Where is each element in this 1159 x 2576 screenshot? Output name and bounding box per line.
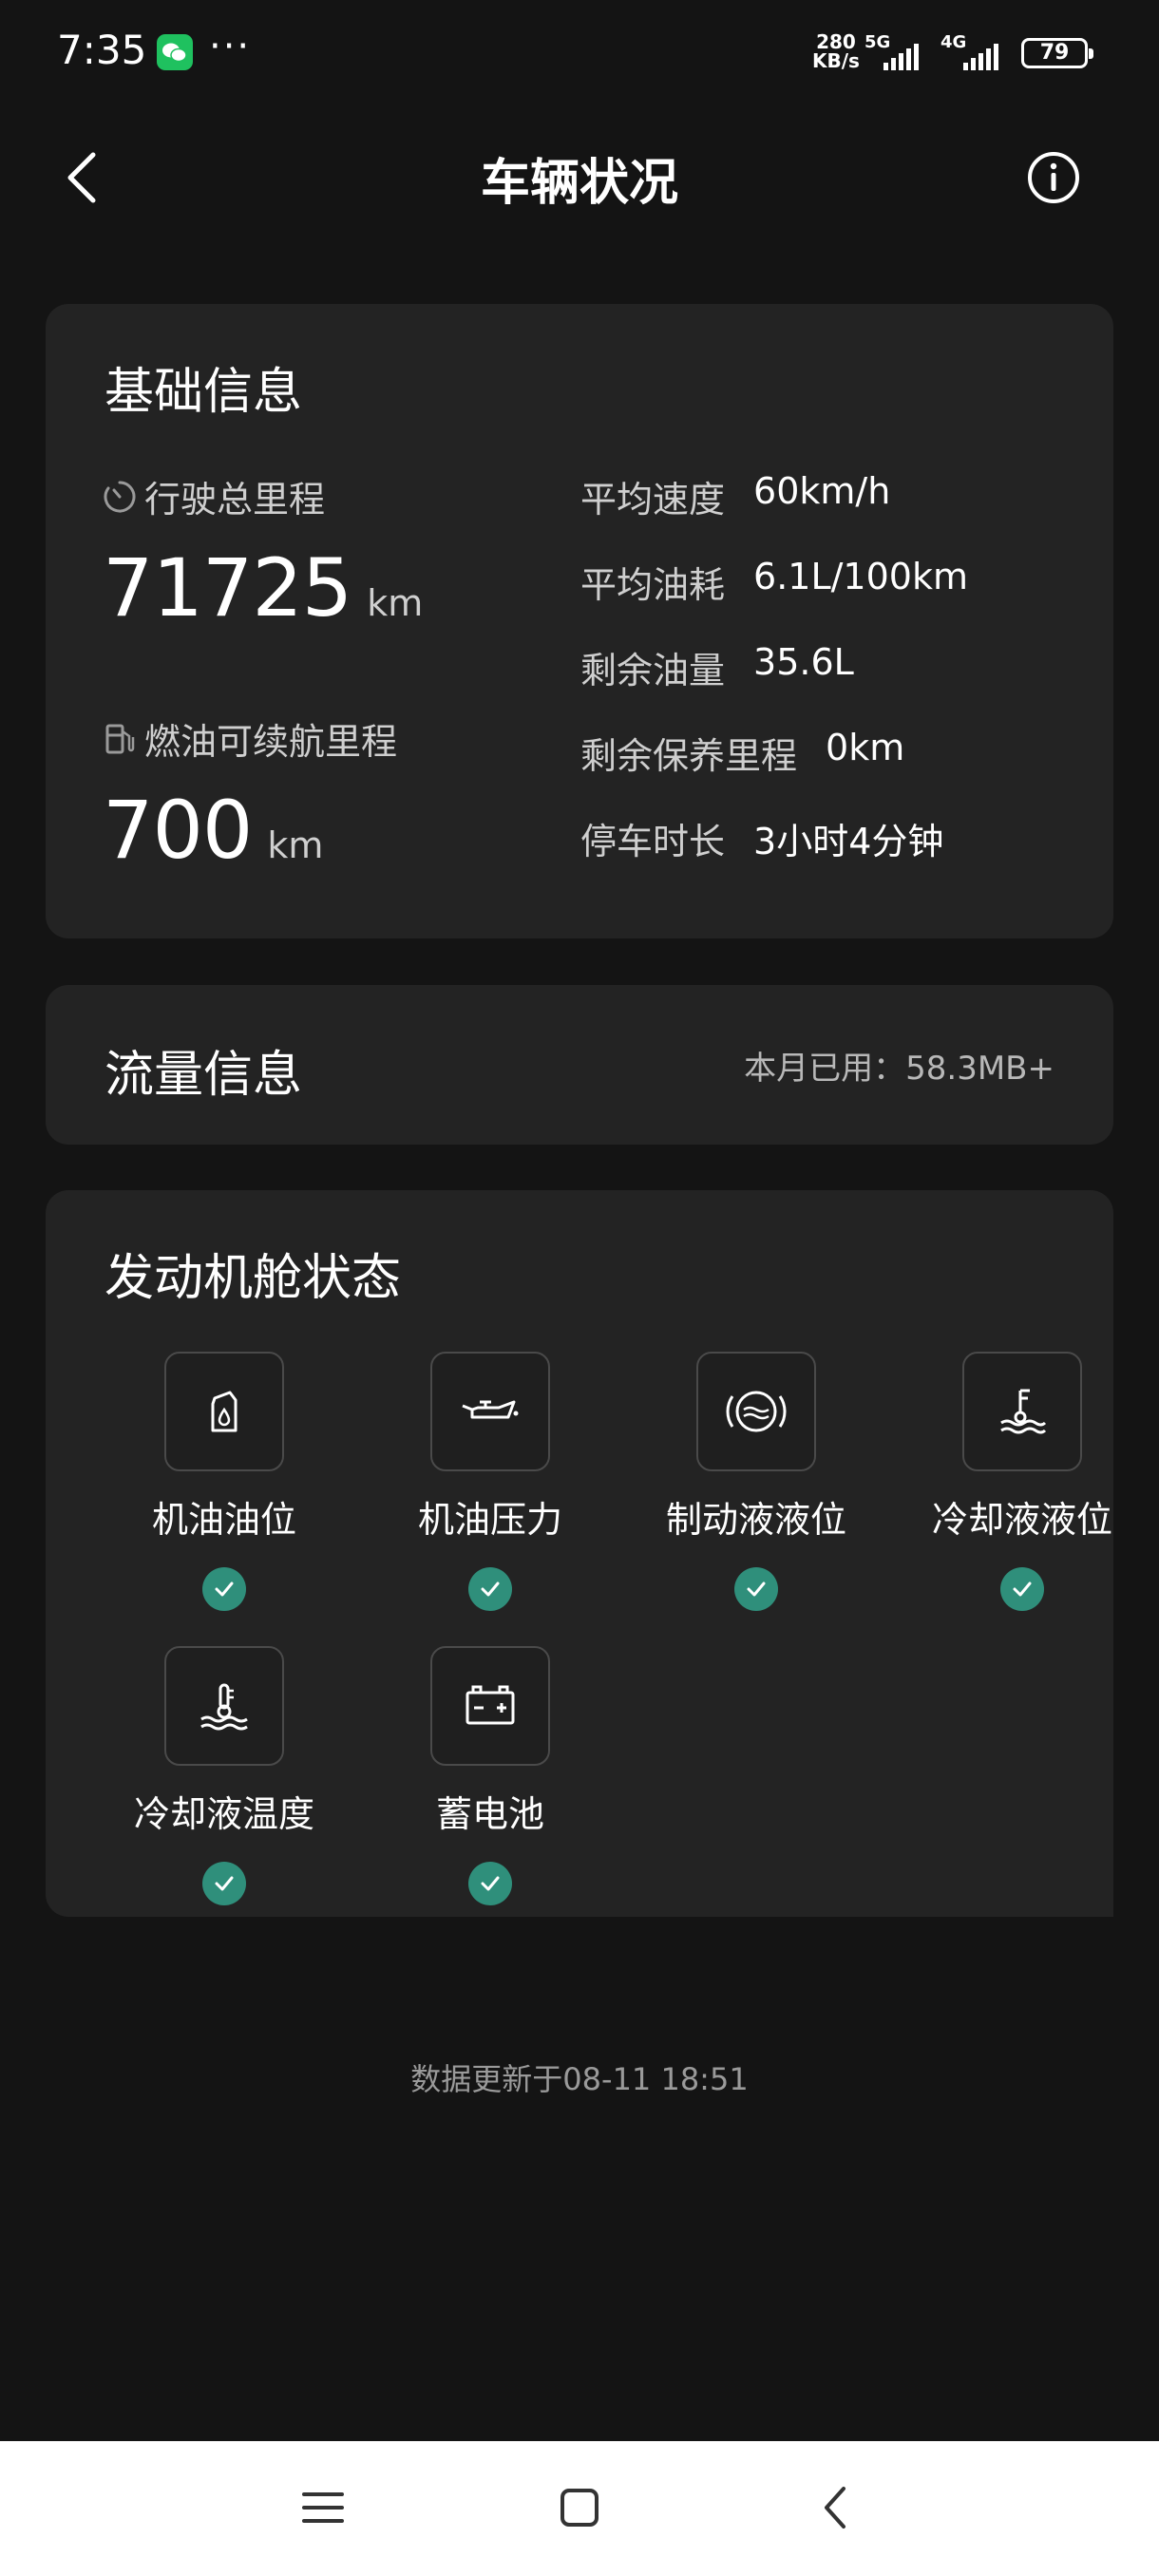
back-arrow-icon (825, 2487, 846, 2529)
engine-item-label: 冷却液温度 (133, 1793, 314, 1835)
detail-row: 剩余油量 35.6L (580, 641, 854, 693)
signal-icon-2: 4G (940, 32, 1009, 72)
engine-item-label: 蓄电池 (435, 1793, 544, 1835)
oil-level-icon (211, 1391, 238, 1432)
detail-value: 6.1L/100km (753, 556, 968, 597)
detail-key: 剩余油量 (580, 650, 726, 691)
detail-value: 60km/h (753, 470, 891, 512)
basic-info-title: 基础信息 (104, 364, 303, 421)
engine-bay-card: 发动机舱状态 机油油位 机油压力 制动液液位 冷却液液位 冷却液温度 蓄电池 (46, 1190, 1113, 1917)
status-bar: 7:35 ··· 280 KB/s 5G 4G 79 (0, 0, 1159, 104)
engine-item-battery[interactable]: 蓄电池 (357, 1646, 623, 1905)
data-updated-time: 数据更新于08-11 18:51 (410, 2061, 749, 2097)
engine-item-brake-fluid[interactable]: 制动液液位 (623, 1352, 889, 1611)
info-icon (1028, 152, 1079, 203)
detail-key: 平均速度 (580, 479, 726, 521)
signal-icon: 5G (864, 32, 923, 72)
basic-info-card: 基础信息 行驶总里程 71725 km 燃油可续航里程 700 km 平均速度 60… (46, 304, 1113, 938)
engine-item-label: 冷却液液位 (931, 1499, 1112, 1541)
network-speed-value: 280 (816, 30, 856, 53)
detail-key: 剩余保养里程 (580, 735, 798, 777)
detail-key: 停车时长 (580, 821, 726, 862)
info-button[interactable] (1026, 150, 1081, 205)
mileage-value-row: 71725 km (103, 541, 423, 635)
detail-row: 平均速度 60km/h (580, 470, 890, 522)
check-icon (202, 1862, 246, 1905)
traffic-info-card[interactable]: 流量信息 本月已用：58.3MB+ (46, 985, 1113, 1145)
system-navigation-bar (0, 2441, 1159, 2576)
check-icon (468, 1567, 512, 1611)
engine-item-oil-pressure[interactable]: 机油压力 (357, 1352, 623, 1611)
range-value: 700 (103, 784, 253, 877)
engine-item-coolant-temp[interactable]: 冷却液温度 (91, 1646, 357, 1905)
mileage-label-row: 行驶总里程 (101, 470, 325, 522)
battery-indicator: 79 (1021, 38, 1093, 68)
range-label: 燃油可续航里程 (144, 721, 398, 763)
traffic-usage: 本月已用：58.3MB+ (744, 1050, 1054, 1088)
page-title: 车辆状况 (480, 155, 678, 212)
menu-icon (302, 2492, 344, 2523)
fuel-pump-icon (105, 724, 135, 753)
home-square-icon (560, 2489, 598, 2527)
system-back-button[interactable] (808, 2479, 864, 2536)
check-icon (1000, 1567, 1044, 1611)
detail-key: 平均油耗 (580, 564, 726, 606)
check-icon (734, 1567, 778, 1611)
mileage-unit: km (367, 582, 424, 624)
coolant-temp-icon (200, 1683, 248, 1731)
detail-row: 剩余保养里程 0km (580, 727, 904, 779)
detail-value: 3小时4分钟 (753, 821, 944, 862)
check-icon (202, 1567, 246, 1611)
network-speed-unit: KB/s (812, 49, 860, 72)
engine-item-coolant-level[interactable]: 冷却液液位 (889, 1352, 1155, 1611)
detail-row: 平均油耗 6.1L/100km (580, 556, 968, 608)
home-button[interactable] (551, 2479, 608, 2536)
engine-item-label: 机油压力 (417, 1499, 562, 1541)
wechat-icon (157, 34, 193, 70)
check-icon (468, 1862, 512, 1905)
mileage-value: 71725 (103, 541, 352, 635)
more-notifications-icon: ··· (209, 25, 252, 68)
engine-item-oil-level[interactable]: 机油油位 (91, 1352, 357, 1611)
range-value-row: 700 km (103, 784, 323, 877)
oil-pressure-icon (462, 1400, 519, 1419)
brake-fluid-icon (726, 1391, 787, 1432)
mileage-label: 行驶总里程 (144, 479, 326, 521)
status-time: 7:35 (57, 27, 147, 73)
odometer-icon (104, 481, 136, 512)
menu-button[interactable] (294, 2479, 352, 2536)
battery-icon (466, 1685, 515, 1725)
network-speed: 280 KB/s (812, 32, 860, 70)
coolant-level-icon (1000, 1389, 1047, 1434)
detail-value: 35.6L (753, 641, 854, 683)
traffic-info-title: 流量信息 (104, 1047, 303, 1104)
detail-row: 停车时长 3小时4分钟 (580, 812, 943, 864)
detail-value: 0km (826, 727, 905, 768)
range-unit: km (267, 824, 324, 866)
engine-bay-title: 发动机舱状态 (104, 1250, 402, 1307)
engine-item-label: 制动液液位 (665, 1499, 846, 1541)
engine-item-label: 机油油位 (151, 1499, 296, 1541)
range-label-row: 燃油可续航里程 (101, 712, 397, 765)
